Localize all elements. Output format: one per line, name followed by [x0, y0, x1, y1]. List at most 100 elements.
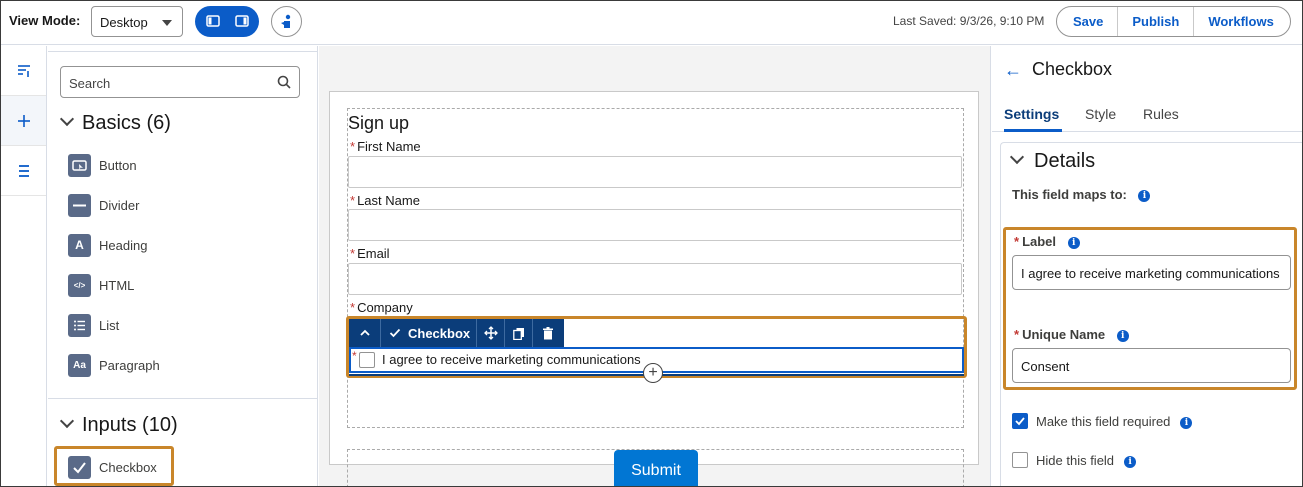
- inputs-section-header[interactable]: Inputs (10): [59, 413, 178, 437]
- checkbox-checked[interactable]: [1012, 413, 1028, 429]
- first-name-field[interactable]: [348, 156, 962, 188]
- action-button-group: Save Publish Workflows: [1056, 6, 1291, 37]
- info-icon[interactable]: i: [1138, 189, 1151, 202]
- rail-item-add[interactable]: [1, 96, 46, 146]
- basics-section-title: Basics (6): [82, 112, 171, 134]
- component-label: Paragraph: [99, 358, 160, 373]
- properties-panel: ← Checkbox Settings Style Rules Details …: [992, 46, 1302, 486]
- list-icon: [19, 165, 29, 177]
- rail-item-fields[interactable]: [1, 46, 46, 96]
- tab-rules[interactable]: Rules: [1143, 102, 1179, 132]
- right-panel-toggle-icon[interactable]: [235, 14, 249, 28]
- search-icon: [277, 75, 291, 89]
- search-placeholder: Search: [69, 76, 111, 91]
- element-type-label: Checkbox: [381, 319, 477, 347]
- duplicate-button[interactable]: [505, 319, 533, 347]
- unique-name-field-label: * Unique Name i: [1014, 327, 1129, 342]
- checkbox-label: I agree to receive marketing communicati…: [382, 352, 641, 367]
- properties-tabs: Settings Style Rules: [992, 100, 1302, 132]
- label-field-label: * Label i: [1014, 234, 1080, 249]
- components-panel: Search Basics (6) Button Divider A Headi…: [48, 46, 318, 486]
- paragraph-icon: Aa: [68, 354, 91, 377]
- tab-settings[interactable]: Settings: [1004, 102, 1062, 132]
- panel-toggle-group: [195, 6, 259, 37]
- fields-icon: [18, 65, 30, 77]
- add-element-button[interactable]: +: [643, 363, 663, 383]
- chevron-down-icon: [59, 413, 75, 429]
- email-field[interactable]: [348, 263, 962, 295]
- info-icon[interactable]: i: [1116, 329, 1129, 342]
- details-title: Details: [1034, 150, 1096, 172]
- divider: [48, 398, 317, 399]
- field-label-last-name: * Last Name: [350, 193, 420, 208]
- search-input[interactable]: Search: [60, 66, 300, 98]
- component-label: Heading: [99, 238, 148, 253]
- rail-item-layers[interactable]: [1, 146, 46, 196]
- accessibility-button[interactable]: [271, 6, 302, 37]
- properties-title: Checkbox: [1032, 59, 1113, 79]
- field-label-first-name: * First Name: [350, 139, 421, 154]
- info-icon[interactable]: i: [1124, 455, 1137, 468]
- hide-field-label: Hide this field i: [1036, 453, 1137, 468]
- submit-button[interactable]: Submit: [614, 450, 698, 486]
- workflows-button[interactable]: Workflows: [1193, 7, 1290, 36]
- move-icon: [483, 326, 498, 340]
- move-button[interactable]: [477, 319, 505, 347]
- back-arrow-icon[interactable]: ←: [1004, 60, 1022, 81]
- trash-icon: [543, 326, 553, 339]
- check-icon: [389, 328, 401, 338]
- field-label-email: * Email: [350, 246, 390, 261]
- component-label: HTML: [99, 278, 135, 293]
- divider-icon: [68, 194, 91, 217]
- left-icon-rail: [1, 46, 47, 486]
- last-name-field[interactable]: [348, 209, 962, 241]
- copy-icon: [512, 327, 524, 340]
- checkbox-unchecked[interactable]: [1012, 452, 1028, 468]
- chevron-down-icon: [59, 111, 75, 127]
- label-input[interactable]: I agree to receive marketing communicati…: [1012, 255, 1291, 290]
- info-icon[interactable]: i: [1067, 236, 1080, 249]
- move-up-button[interactable]: [349, 319, 381, 347]
- list-icon: [68, 314, 91, 337]
- unique-name-input[interactable]: Consent: [1012, 348, 1291, 383]
- view-mode-select[interactable]: Desktop: [91, 6, 183, 37]
- top-toolbar: View Mode: Desktop Last Saved: 9/3/26, 9…: [1, 1, 1302, 45]
- basics-section-header[interactable]: Basics (6): [59, 111, 171, 135]
- required-field-label: Make this field required i: [1036, 414, 1193, 429]
- info-icon[interactable]: i: [1180, 416, 1193, 429]
- chevron-up-icon: [359, 329, 370, 336]
- consent-checkbox[interactable]: [359, 352, 375, 368]
- view-mode-value: Desktop: [100, 15, 148, 30]
- required-marker: *: [352, 349, 357, 363]
- label-input-value: I agree to receive marketing communicati…: [1021, 266, 1280, 281]
- component-label: Divider: [99, 198, 140, 213]
- checkbox-field-selected[interactable]: Checkbox * I agree to receive marketing …: [346, 316, 967, 383]
- save-button[interactable]: Save: [1057, 7, 1117, 36]
- view-mode-label: View Mode:: [9, 13, 81, 28]
- publish-button[interactable]: Publish: [1117, 7, 1193, 36]
- submit-section[interactable]: Submit: [347, 449, 964, 486]
- inputs-section-title: Inputs (10): [82, 414, 178, 436]
- component-label: List: [99, 318, 120, 333]
- chevron-down-icon: [162, 20, 172, 26]
- unique-name-input-value: Consent: [1021, 359, 1070, 374]
- chevron-down-icon: [1009, 149, 1025, 165]
- form-builder-window: View Mode: Desktop Last Saved: 9/3/26, 9…: [0, 0, 1303, 487]
- html-icon: </>: [68, 274, 91, 297]
- left-panel-toggle-icon[interactable]: [206, 14, 220, 28]
- fields-section[interactable]: Sign up * First Name * Last Name * Email * C…: [346, 108, 967, 428]
- details-section-header[interactable]: Details: [1009, 149, 1096, 173]
- delete-button[interactable]: [533, 319, 563, 347]
- person-icon: [281, 14, 291, 28]
- form-title: Sign up: [348, 113, 410, 133]
- maps-to-label: This field maps to: i: [1012, 187, 1151, 202]
- heading-icon: A: [68, 234, 91, 257]
- tab-style[interactable]: Style: [1085, 102, 1116, 132]
- form-canvas: Sign up * First Name * Last Name * Email * C…: [319, 46, 991, 486]
- last-saved-status: Last Saved: 9/3/26, 9:10 PM: [893, 14, 1045, 28]
- divider: [48, 51, 317, 52]
- check-icon: [1015, 417, 1025, 426]
- checkbox-toolbar: Checkbox: [349, 319, 564, 347]
- field-label-company: * Company: [350, 300, 413, 315]
- plus-icon: [18, 115, 30, 127]
